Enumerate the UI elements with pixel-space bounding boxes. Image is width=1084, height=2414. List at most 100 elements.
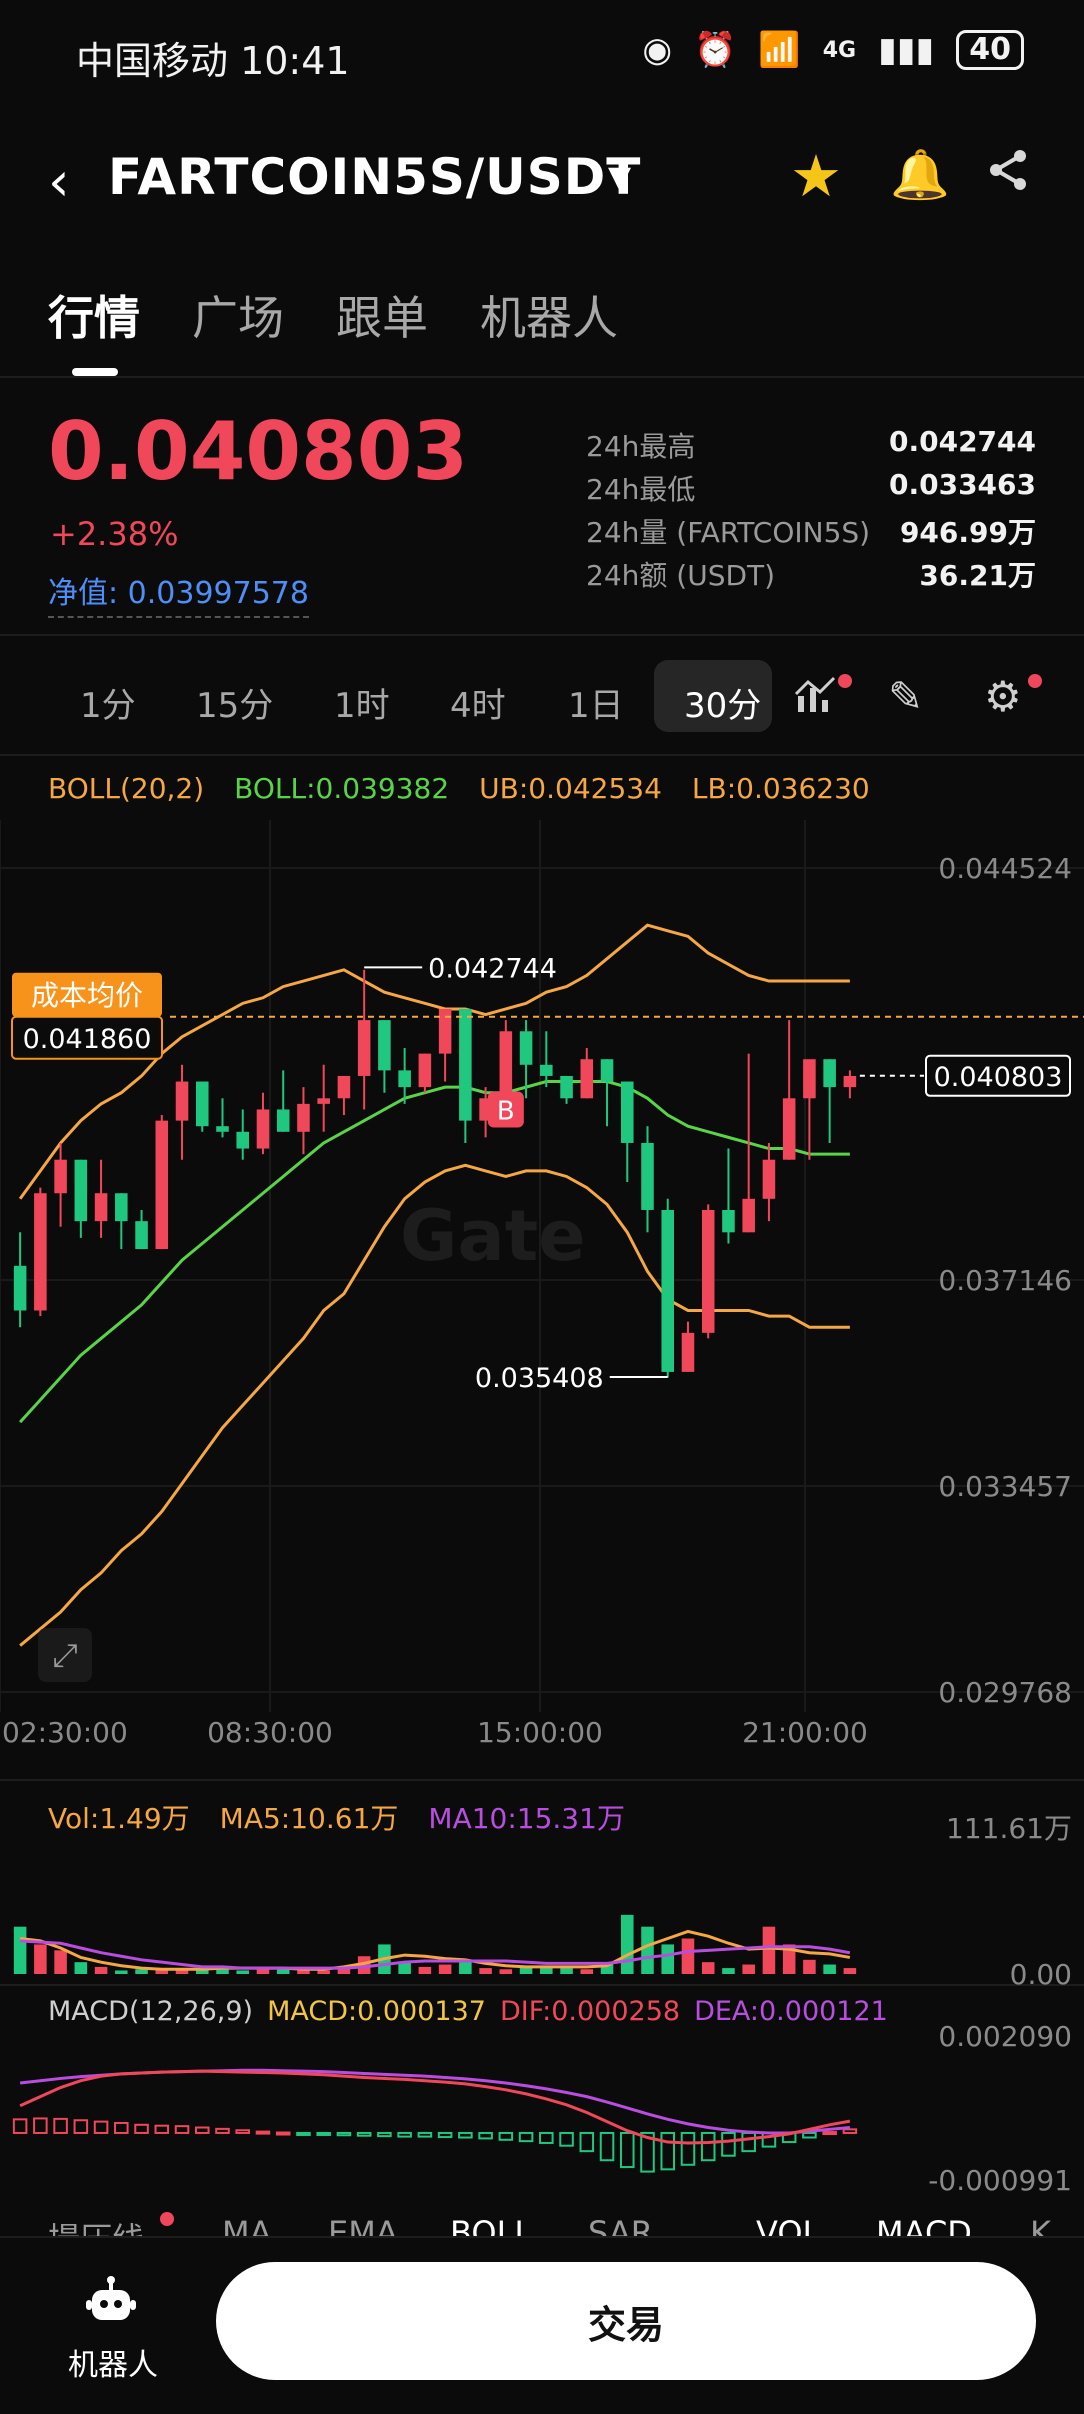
candle-body (823, 1059, 836, 1088)
volume-bar (742, 1964, 755, 1974)
candle-body (155, 1120, 169, 1250)
interval-30m[interactable]: 30分 (684, 678, 761, 727)
trade-button[interactable]: 交易 (216, 2262, 1036, 2380)
bell-alert-icon[interactable]: 🔔 (890, 146, 950, 203)
candle-body (54, 1159, 67, 1194)
indicator-chart-icon[interactable] (794, 672, 838, 726)
volume-bar (175, 1970, 189, 1974)
candle-body (297, 1103, 310, 1132)
volume-bar (641, 1926, 654, 1974)
candle-body (620, 1081, 634, 1143)
volume-bar (479, 1968, 492, 1974)
macd-max-label: 0.002090 (938, 2020, 1072, 2053)
interval-1m[interactable]: 1分 (80, 678, 136, 727)
tab-square[interactable]: 广场 (192, 282, 284, 348)
interval-1h[interactable]: 1时 (334, 678, 390, 727)
net-value[interactable]: 净值: 0.03997578 (48, 568, 309, 618)
macd-histogram-bar (458, 2131, 473, 2139)
pencil-icon[interactable]: ✎ (888, 672, 923, 721)
volume-bar (13, 1926, 27, 1974)
volume-bar (499, 1969, 513, 1974)
interval-4h[interactable]: 4时 (450, 678, 506, 727)
candle-body (519, 1031, 533, 1065)
macd-histogram-bar (174, 2125, 190, 2134)
macd-value: MACD:0.000137 (267, 1996, 486, 2027)
macd-histogram-bar (296, 2131, 311, 2136)
candle-body (216, 1126, 229, 1132)
share-icon[interactable] (984, 146, 1032, 206)
candle-body (782, 1098, 796, 1160)
macd-histogram-bar (114, 2121, 129, 2134)
caret-down-icon[interactable]: ▼ (608, 160, 631, 195)
volume-bar (722, 1968, 735, 1974)
volume-bar (701, 1962, 715, 1974)
robot-icon[interactable] (84, 2274, 138, 2341)
macd-histogram-bar (619, 2131, 635, 2169)
tab-market[interactable]: 行情 (48, 282, 140, 348)
volume-bar (459, 1962, 472, 1974)
gear-icon[interactable]: ⚙ (984, 672, 1022, 721)
volume-bar (236, 1970, 250, 1974)
macd-histogram-bar (194, 2126, 210, 2134)
robot-label[interactable]: 机器人 (68, 2340, 158, 2384)
volume-bar (94, 1966, 108, 1974)
price-tick-label: 0.029768 (938, 1676, 1072, 1709)
divider (0, 754, 1084, 756)
candle-body (94, 1193, 108, 1222)
macd-histogram-bar (316, 2131, 331, 2136)
price-tick-label: 0.044524 (938, 852, 1072, 885)
candle-body (317, 1098, 330, 1104)
macd-histogram-bar (377, 2131, 392, 2138)
volume-bar (580, 1969, 594, 1974)
macd-histogram-bar (559, 2131, 574, 2147)
macd-histogram-bar (478, 2131, 493, 2140)
volume-legend: Vol:1.49万 MA5:10.61万 MA10:15.31万 (48, 1797, 625, 1837)
notification-dot (838, 674, 852, 688)
cost-average-label: 成本均价 (31, 979, 143, 1012)
stat-high-label: 24h最高 (586, 430, 696, 463)
macd-histogram-bar (255, 2130, 271, 2135)
alarm-icon: ⏰ (694, 30, 737, 70)
macd-histogram-bar (680, 2131, 696, 2166)
macd-dif-value: DIF:0.000258 (499, 1996, 681, 2027)
macd-params: MACD(12,26,9) (48, 1996, 254, 2027)
macd-histogram-bar (660, 2131, 676, 2171)
volume-bar (823, 1964, 836, 1974)
stat-amount-label: 24h额 (USDT) (586, 559, 776, 592)
candle-body (701, 1209, 715, 1333)
volume-bar (681, 1938, 695, 1974)
stat-amount-value: 36.21万 (919, 559, 1036, 592)
interval-1d[interactable]: 1日 (568, 678, 624, 727)
time-axis: 02:30:00 08:30:00 15:00:00 21:00:00 (2, 1716, 868, 1749)
macd-histogram-bar (53, 2117, 68, 2134)
candle-body (661, 1209, 675, 1372)
candle-body (540, 1064, 553, 1076)
status-icons: ◉ ⏰ 📶 4G ▮▮▮ 40 (642, 30, 1024, 70)
volume-bar (843, 1968, 857, 1974)
pair-title[interactable]: FARTCOIN5S/USDT (108, 148, 641, 206)
tab-underline (72, 368, 118, 376)
candle-body (378, 1020, 391, 1071)
volume-bar (661, 1944, 675, 1974)
back-icon[interactable]: ‹ (48, 150, 70, 213)
network-label: 4G (822, 37, 857, 63)
cost-average-value: 0.041860 (23, 1024, 152, 1055)
last-price-tag-value: 0.040803 (934, 1062, 1063, 1093)
star-icon[interactable]: ★ (790, 142, 842, 210)
candle-body (357, 1020, 371, 1076)
volume-bar (256, 1969, 270, 1974)
interval-15m[interactable]: 15分 (196, 678, 273, 727)
macd-histogram-bar (842, 2128, 858, 2134)
macd-histogram-bar (336, 2131, 352, 2137)
tab-bot[interactable]: 机器人 (480, 282, 618, 348)
candle-body (175, 1081, 189, 1121)
notification-dot (160, 2212, 174, 2226)
candle-body (560, 1075, 573, 1099)
candle-body (418, 1053, 432, 1088)
candle-body (641, 1142, 654, 1210)
stat-low-label: 24h最低 (586, 473, 696, 506)
macd-histogram-bar (417, 2131, 433, 2138)
tab-copy-trade[interactable]: 跟单 (336, 282, 428, 348)
macd-histogram-bar (539, 2131, 554, 2144)
candle-body (337, 1075, 351, 1099)
